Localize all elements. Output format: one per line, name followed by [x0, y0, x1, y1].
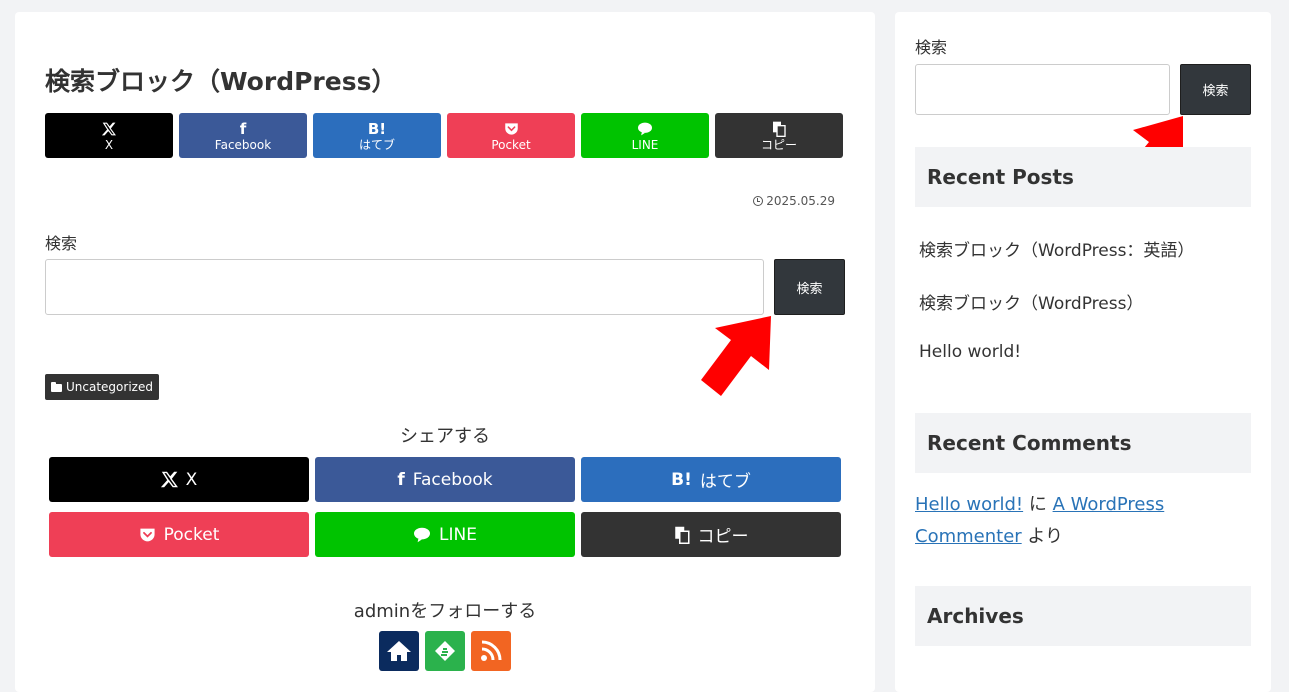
sidebar-search-input[interactable] [915, 64, 1170, 115]
clock-icon [753, 196, 764, 206]
share-x-label: X [104, 137, 114, 152]
share-facebook-label: Facebook [214, 137, 272, 152]
recent-post-link[interactable]: Hello world! [919, 342, 1021, 362]
share-copy-button[interactable]: コピー [715, 113, 843, 158]
share-line-button[interactable]: LINE [581, 113, 709, 158]
share-facebook-label-large: Facebook [412, 469, 493, 490]
share-x-label-large: X [185, 469, 198, 490]
share-line-button-large[interactable]: LINE [315, 512, 575, 557]
recent-posts-heading: Recent Posts [915, 147, 1251, 207]
share-facebook-button-large[interactable]: f Facebook [315, 457, 575, 502]
follow-rss-button[interactable] [471, 631, 511, 671]
share-copy-label: コピー [760, 137, 797, 152]
page-title: 検索ブロック（WordPress） [45, 67, 397, 96]
sns-share-top: X f Facebook B! はてブ Pocket LINE コピー [45, 113, 843, 158]
pocket-icon [504, 120, 519, 138]
x-icon [160, 471, 178, 488]
comment-suffix: より [1021, 526, 1064, 547]
hatena-icon: B! [367, 119, 387, 138]
search-button[interactable]: 検索 [774, 259, 845, 315]
share-buttons: X f Facebook B! はてブ Pocket LINE コピー [49, 457, 841, 557]
copy-icon [772, 120, 786, 138]
line-icon [413, 527, 431, 543]
share-hatena-button[interactable]: B! はてブ [313, 113, 441, 158]
category-label: Uncategorized [66, 380, 153, 394]
share-line-label: LINE [631, 137, 659, 152]
sidebar-search-label: 検索 [915, 38, 948, 57]
share-title: シェアする [400, 426, 490, 447]
follow-home-button[interactable] [379, 631, 419, 671]
share-pocket-label-large: Pocket [163, 524, 220, 545]
share-copy-button-large[interactable]: コピー [581, 512, 841, 557]
feedly-icon [435, 641, 455, 661]
comment-post-link[interactable]: Hello world! [915, 494, 1023, 515]
main-content: 検索ブロック（WordPress） X f Facebook B! はてブ Po… [15, 12, 875, 692]
red-arrow-icon [701, 316, 771, 396]
line-icon [637, 120, 653, 138]
recent-post-link[interactable]: 検索ブロック（WordPress：英語） [919, 236, 1194, 261]
recent-comments-heading: Recent Comments [915, 413, 1251, 473]
recent-comment: Hello world! に A WordPress Commenter より [915, 489, 1235, 553]
facebook-icon: f [239, 119, 247, 138]
share-hatena-label: はてブ [358, 137, 395, 152]
share-hatena-button-large[interactable]: B! はてブ [581, 457, 841, 502]
share-copy-label-large: コピー [697, 527, 749, 547]
sidebar: 検索 検索 Recent Posts 検索ブロック（WordPress：英語） … [895, 12, 1271, 692]
follow-title: adminをフォローする [353, 601, 537, 622]
facebook-icon: f [397, 469, 405, 490]
share-line-label-large: LINE [439, 524, 477, 545]
pocket-icon [139, 527, 156, 543]
share-hatena-label-large: はてブ [699, 472, 751, 492]
hatena-icon: B! [671, 469, 692, 490]
comment-connector: に [1023, 494, 1053, 515]
sidebar-search-button[interactable]: 検索 [1180, 64, 1251, 115]
rss-icon [481, 640, 502, 661]
share-pocket-button-large[interactable]: Pocket [49, 512, 309, 557]
share-facebook-button[interactable]: f Facebook [179, 113, 307, 158]
x-icon [102, 120, 116, 138]
search-label: 検索 [45, 234, 78, 253]
share-pocket-label: Pocket [491, 137, 531, 152]
category-badge[interactable]: Uncategorized [45, 374, 159, 400]
post-date: 2025.05.29 [753, 194, 835, 208]
share-x-button-large[interactable]: X [49, 457, 309, 502]
home-icon [387, 641, 411, 661]
follow-feedly-button[interactable] [425, 631, 465, 671]
archives-heading: Archives [915, 586, 1251, 646]
share-pocket-button[interactable]: Pocket [447, 113, 575, 158]
follow-buttons [379, 631, 511, 671]
search-input[interactable] [45, 259, 764, 315]
folder-icon [51, 381, 62, 392]
share-x-button[interactable]: X [45, 113, 173, 158]
post-date-text: 2025.05.29 [766, 194, 835, 208]
recent-post-link[interactable]: 検索ブロック（WordPress） [919, 289, 1143, 314]
copy-icon [674, 526, 690, 544]
